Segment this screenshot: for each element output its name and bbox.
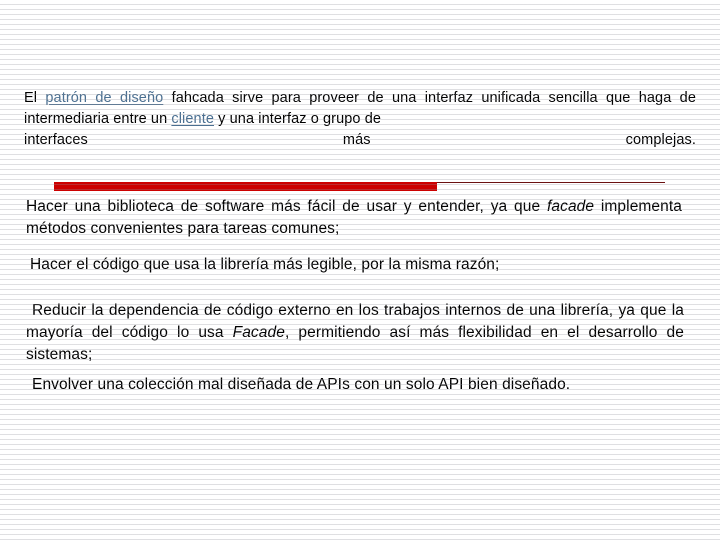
thin-rule-line <box>437 182 665 183</box>
para4-text-before: Envolver una colección mal diseñada de A… <box>32 376 571 393</box>
intro-text-tail: y una interfaz o grupo de <box>214 111 382 127</box>
para1-italic-facade: facade <box>546 198 595 215</box>
intro-last-word-3: complejas. <box>625 132 696 148</box>
intro-last-word-1: interfaces <box>24 132 88 148</box>
intro-text-lead: El <box>24 90 46 106</box>
intro-last-line: interfaces más complejas. <box>24 130 696 151</box>
para3-italic-facade: Facade <box>232 324 285 341</box>
red-accent-bar <box>54 182 437 191</box>
link-patron-de-diseno[interactable]: patrón de diseño <box>45 90 163 106</box>
divider <box>0 178 720 194</box>
slide-canvas: El patrón de diseño fahcada sirve para p… <box>0 0 720 540</box>
body-paragraph-2: Hacer el código que usa la librería más … <box>26 254 682 276</box>
body-paragraph-4: Envolver una colección mal diseñada de A… <box>26 374 682 396</box>
body-paragraph-1: Hacer una biblioteca de software más fác… <box>26 196 682 240</box>
link-cliente[interactable]: cliente <box>171 111 214 127</box>
body-paragraph-3: Reducir la dependencia de código externo… <box>26 300 684 366</box>
intro-last-word-2: más <box>342 132 371 148</box>
intro-paragraph: El patrón de diseño fahcada sirve para p… <box>24 88 696 151</box>
para2-text-before: Hacer el código que usa la librería más … <box>30 256 500 273</box>
para1-text-before: Hacer una biblioteca de software más fác… <box>26 198 547 215</box>
